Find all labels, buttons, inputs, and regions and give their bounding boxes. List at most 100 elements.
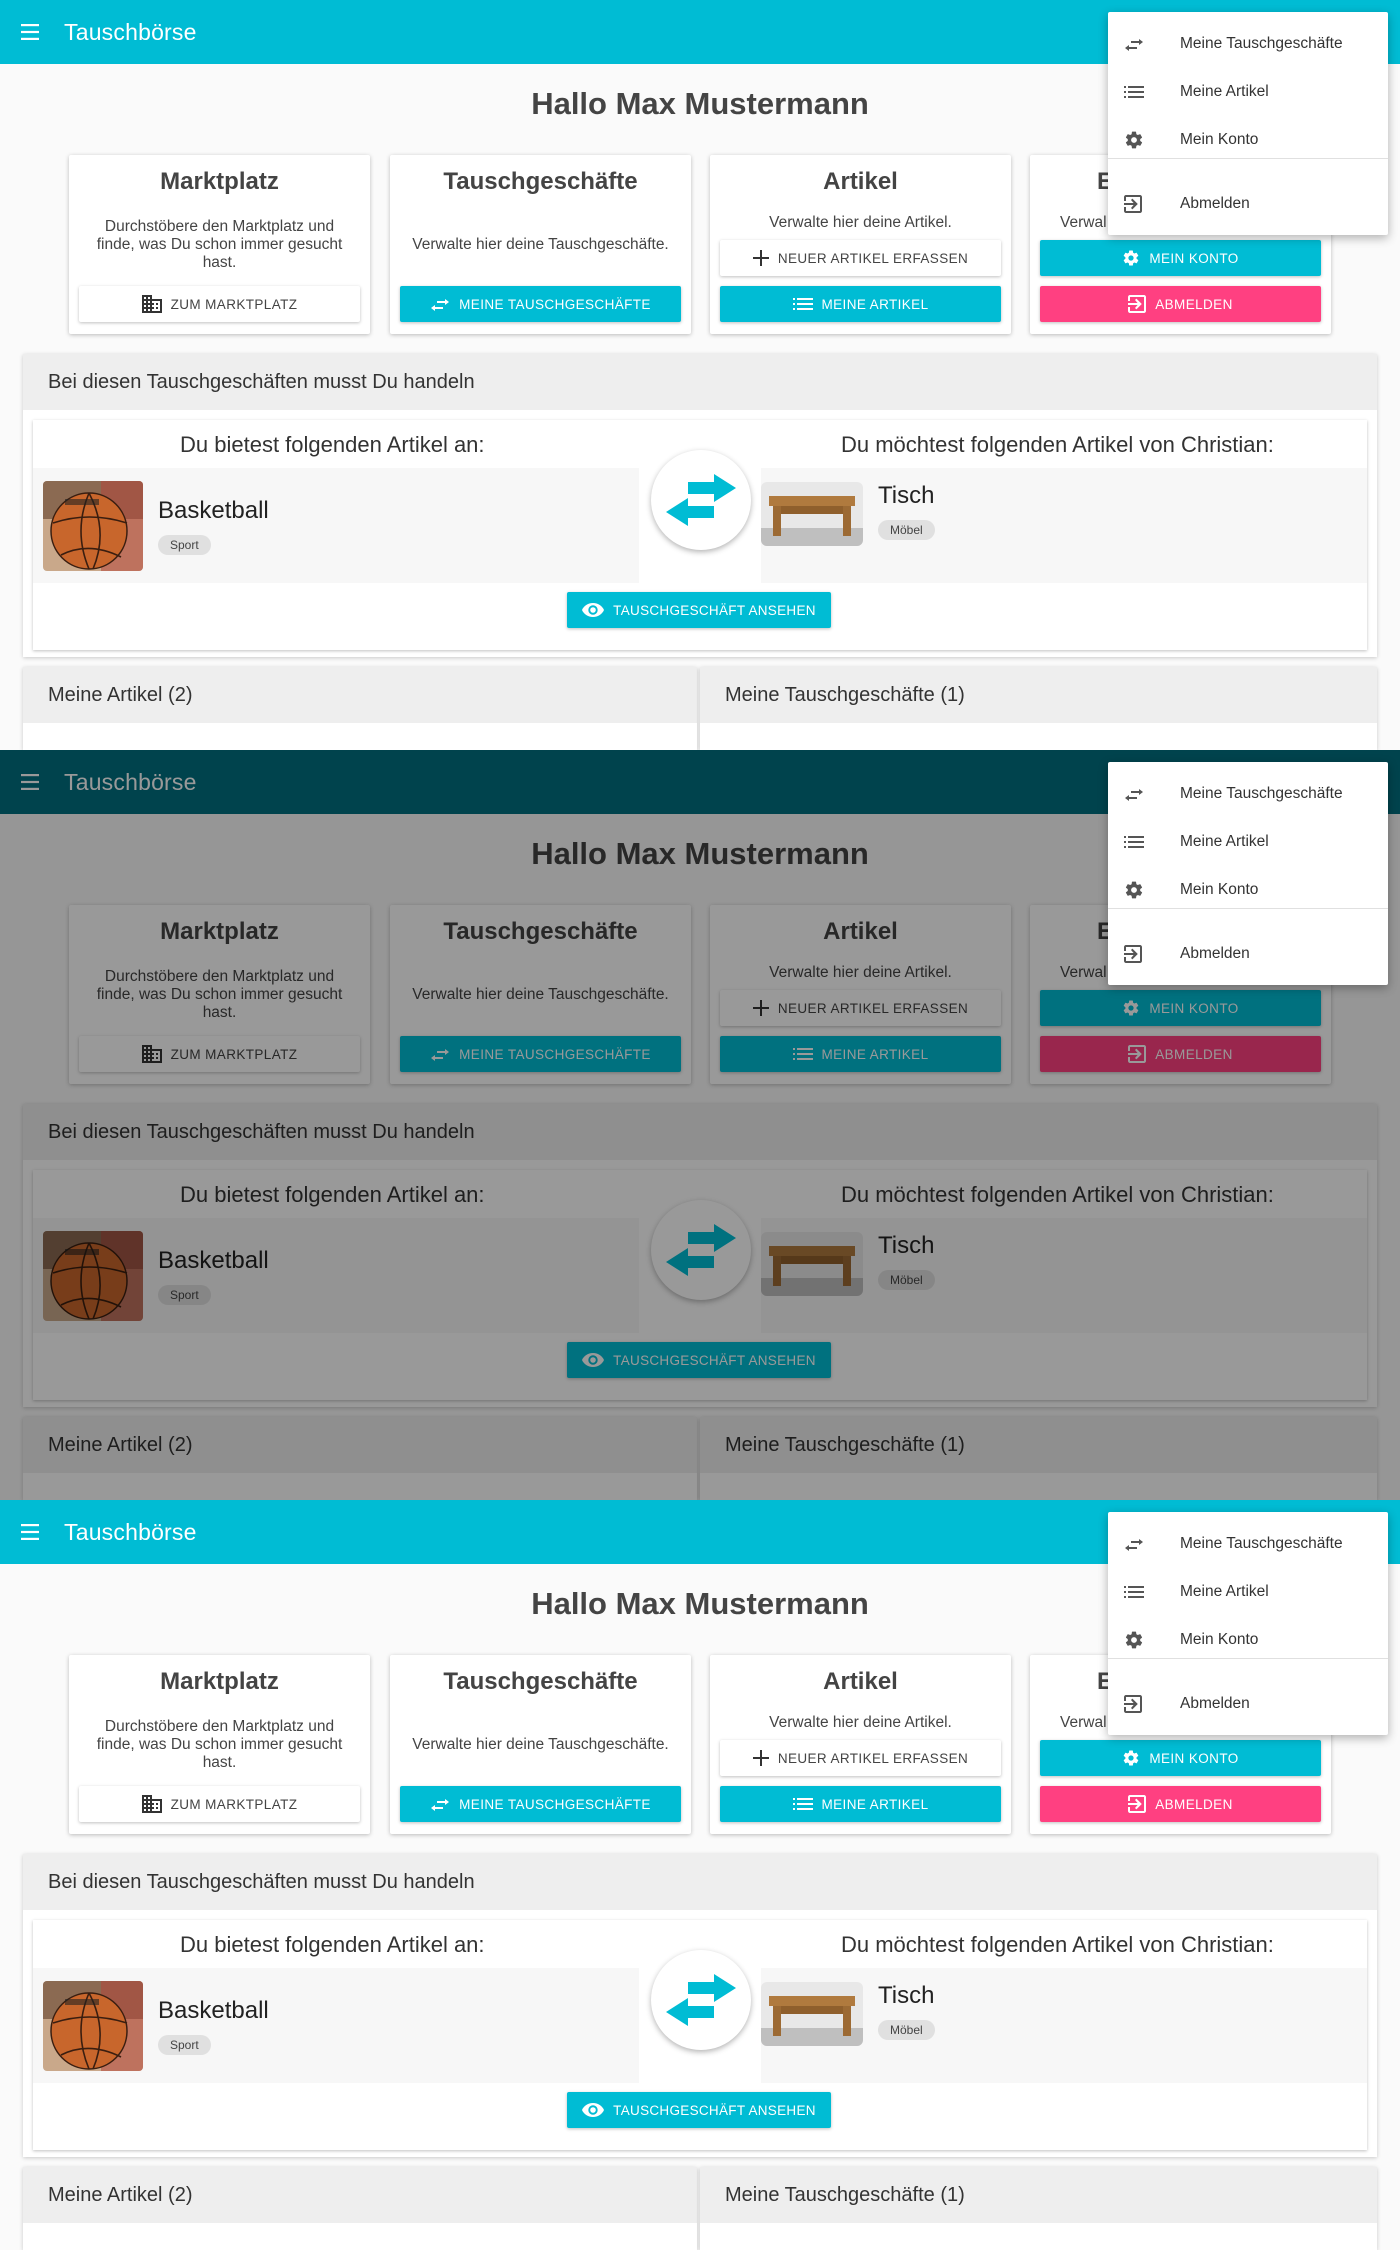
user-menu: Meine Tauschgeschäfte Meine Artikel Mein… xyxy=(1108,12,1388,235)
swap-icon xyxy=(431,299,450,311)
meine-tauschgeschaefte-button[interactable]: MEINE TAUSCHGESCHÄFTE xyxy=(400,1786,681,1822)
eye-icon xyxy=(582,2103,605,2117)
menu-item-meine-tauschgeschaefte[interactable]: Meine Tauschgeschäfte xyxy=(1108,20,1388,68)
card-description: Durchstöbere den Marktplatz und finde, w… xyxy=(96,1718,343,1771)
list-icon xyxy=(1124,1586,1144,1598)
button-label: TAUSCHGESCHÄFT ANSEHEN xyxy=(613,2102,816,2118)
gear-icon xyxy=(1125,1631,1143,1649)
want-item[interactable]: Tisch Möbel xyxy=(761,1968,1367,2083)
meine-artikel-button[interactable]: MEINE ARTIKEL xyxy=(720,1786,1001,1822)
swap-icon xyxy=(1125,789,1143,801)
button-label: ABMELDEN xyxy=(1155,296,1233,312)
gear-icon xyxy=(1124,1750,1139,1766)
menu-item-mein-konto[interactable]: Mein Konto xyxy=(1108,116,1388,164)
menu-item-abmelden[interactable]: Abmelden xyxy=(1108,1680,1388,1728)
menu-item-meine-artikel[interactable]: Meine Artikel xyxy=(1108,1568,1388,1616)
menu-item-label: Meine Tauschgeschäfte xyxy=(1180,785,1343,802)
menu-item-meine-tauschgeschaefte[interactable]: Meine Tauschgeschäfte xyxy=(1108,770,1388,818)
my-articles-section[interactable]: Meine Artikel (2) xyxy=(23,2167,697,2250)
card-tauschgeschaefte: Tauschgeschäfte Verwalte hier deine Taus… xyxy=(390,1655,691,1834)
menu-item-label: Meine Tauschgeschäfte xyxy=(1180,35,1343,52)
menu-item-meine-artikel[interactable]: Meine Artikel xyxy=(1108,818,1388,866)
basketball-image xyxy=(43,480,143,571)
offer-item-name: Basketball xyxy=(158,1996,269,2024)
swap-icon xyxy=(1125,39,1143,51)
offer-item[interactable]: Basketball Sport xyxy=(33,1968,639,2083)
abmelden-button[interactable]: ABMELDEN xyxy=(1040,286,1321,322)
card-title: Artikel xyxy=(823,168,898,195)
want-item[interactable]: Tisch Möbel xyxy=(761,468,1367,583)
menu-icon[interactable] xyxy=(0,0,64,64)
gear-icon xyxy=(1124,250,1139,266)
my-articles-section[interactable]: Meine Artikel (2) xyxy=(23,667,697,750)
logout-icon xyxy=(1124,945,1142,963)
panel-heading: Bei diesen Tauschgeschäften musst Du han… xyxy=(23,1854,1377,1910)
menu-item-label: Meine Artikel xyxy=(1180,83,1269,100)
offer-item[interactable]: Basketball Sport xyxy=(33,468,639,583)
my-trades-heading: Meine Tauschgeschäfte (1) xyxy=(700,2167,1377,2223)
card-description: Verwalte hier deine Artikel. xyxy=(769,214,952,231)
mein-konto-button[interactable]: MEIN KONTO xyxy=(1040,1740,1321,1776)
list-icon xyxy=(792,298,813,310)
pending-trades-panel: Bei diesen Tauschgeschäften musst Du han… xyxy=(23,354,1377,657)
gear-icon xyxy=(1125,131,1143,149)
my-trades-section[interactable]: Meine Tauschgeschäfte (1) xyxy=(700,667,1377,750)
card-marktplatz: Marktplatz Durchstöbere den Marktplatz u… xyxy=(69,155,370,334)
swap-icon xyxy=(1125,1539,1143,1551)
swap-arrows-icon xyxy=(666,474,736,526)
menu-item-meine-artikel[interactable]: Meine Artikel xyxy=(1108,68,1388,116)
card-description: Durchstöbere den Marktplatz und finde, w… xyxy=(96,218,343,271)
my-articles-heading: Meine Artikel (2) xyxy=(23,667,697,723)
menu-item-mein-konto[interactable]: Mein Konto xyxy=(1108,866,1388,914)
list-icon xyxy=(792,1798,813,1810)
my-trades-heading: Meine Tauschgeschäfte (1) xyxy=(700,667,1377,723)
zum-marktplatz-button[interactable]: ZUM MARKTPLATZ xyxy=(79,286,360,322)
button-label: TAUSCHGESCHÄFT ANSEHEN xyxy=(613,602,816,618)
my-articles-heading: Meine Artikel (2) xyxy=(23,2167,697,2223)
menu-item-mein-konto[interactable]: Mein Konto xyxy=(1108,1616,1388,1664)
logout-icon xyxy=(1124,195,1142,213)
basketball-image xyxy=(43,1980,143,2071)
offer-item-category-chip: Sport xyxy=(158,534,211,555)
logout-icon xyxy=(1128,295,1147,313)
card-description: Verwalte hier deine Tauschgeschäfte. xyxy=(412,1736,669,1753)
app-title: Tauschbörse xyxy=(64,18,197,45)
neuer-artikel-button[interactable]: NEUER ARTIKEL ERFASSEN xyxy=(720,240,1001,276)
mein-konto-button[interactable]: MEIN KONTO xyxy=(1040,240,1321,276)
card-description: Verwalte hier deine Tauschgeschäfte. xyxy=(412,236,669,253)
neuer-artikel-button[interactable]: NEUER ARTIKEL ERFASSEN xyxy=(720,1740,1001,1776)
building-icon xyxy=(141,1795,162,1813)
button-label: ABMELDEN xyxy=(1155,1796,1233,1812)
menu-item-abmelden[interactable]: Abmelden xyxy=(1108,180,1388,228)
card-title: Artikel xyxy=(823,1668,898,1695)
meine-tauschgeschaefte-button[interactable]: MEINE TAUSCHGESCHÄFTE xyxy=(400,286,681,322)
button-label: MEINE ARTIKEL xyxy=(821,296,929,312)
card-description: Verwalte hier deine Artikel. xyxy=(769,1714,952,1731)
menu-item-label: Mein Konto xyxy=(1180,131,1259,148)
card-marktplatz: Marktplatz Durchstöbere den Marktplatz u… xyxy=(69,1655,370,1834)
want-item-name: Tisch xyxy=(878,1982,935,2009)
abmelden-button[interactable]: ABMELDEN xyxy=(1040,1786,1321,1822)
card-tauschgeschaefte: Tauschgeschäfte Verwalte hier deine Taus… xyxy=(390,155,691,334)
meine-artikel-button[interactable]: MEINE ARTIKEL xyxy=(720,286,1001,322)
view-trade-button[interactable]: TAUSCHGESCHÄFT ANSEHEN xyxy=(567,2092,831,2128)
menu-item-label: Meine Tauschgeschäfte xyxy=(1180,1535,1343,1552)
want-item-name: Tisch xyxy=(878,482,935,509)
menu-divider xyxy=(1108,1658,1388,1659)
button-label: ZUM MARKTPLATZ xyxy=(170,1796,298,1812)
gear-icon xyxy=(1125,881,1143,899)
zum-marktplatz-button[interactable]: ZUM MARKTPLATZ xyxy=(79,1786,360,1822)
card-title: Marktplatz xyxy=(160,1668,279,1695)
offer-item-category-chip: Sport xyxy=(158,2034,211,2055)
view-trade-button[interactable]: TAUSCHGESCHÄFT ANSEHEN xyxy=(567,592,831,628)
pending-trades-panel: Bei diesen Tauschgeschäften musst Du han… xyxy=(23,1854,1377,2157)
panel-heading: Bei diesen Tauschgeschäften musst Du han… xyxy=(23,354,1377,410)
user-menu: Meine Tauschgeschäfte Meine Artikel Mein… xyxy=(1108,1512,1388,1735)
eye-icon xyxy=(582,603,605,617)
menu-item-meine-tauschgeschaefte[interactable]: Meine Tauschgeschäfte xyxy=(1108,1520,1388,1568)
building-icon xyxy=(141,295,162,313)
my-trades-section[interactable]: Meine Tauschgeschäfte (1) xyxy=(700,2167,1377,2250)
menu-icon[interactable] xyxy=(0,1500,64,1564)
trade-card: Du bietest folgenden Artikel an: Du möch… xyxy=(33,420,1367,650)
menu-item-abmelden[interactable]: Abmelden xyxy=(1108,930,1388,978)
